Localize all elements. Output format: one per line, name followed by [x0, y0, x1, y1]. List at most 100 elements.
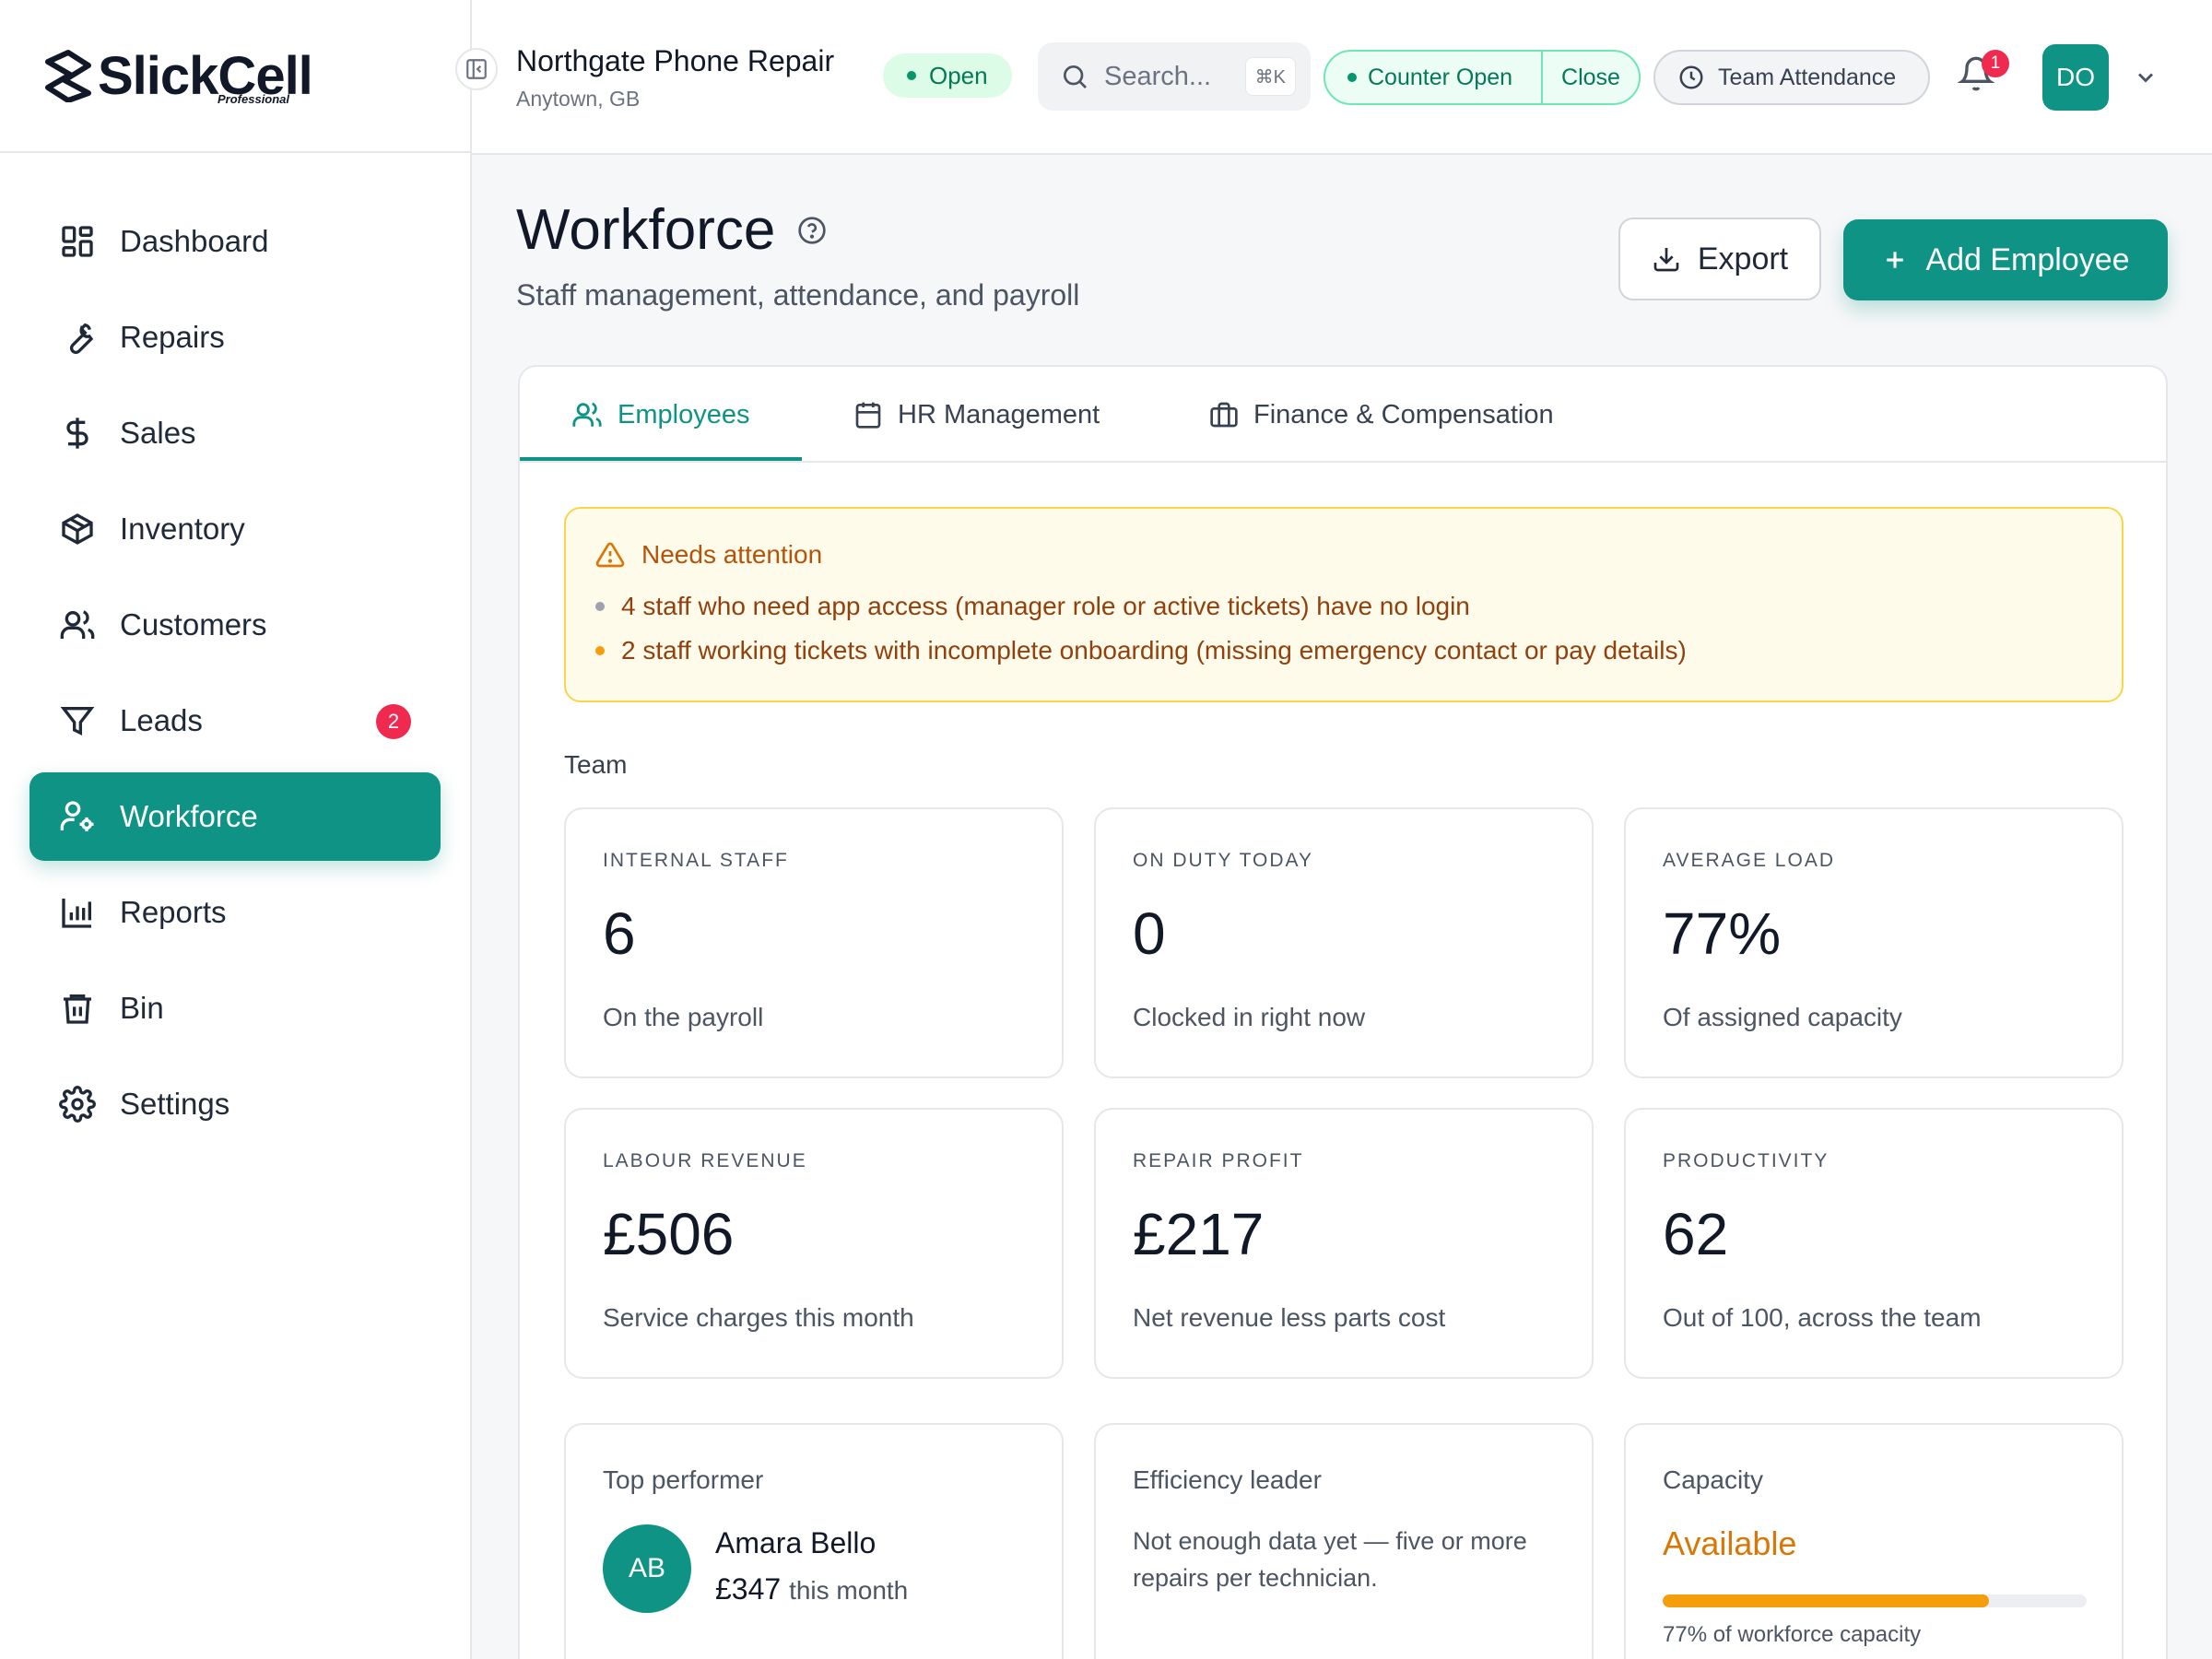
efficiency-leader-card[interactable]: Efficiency leader Not enough data yet — … [1094, 1423, 1594, 1659]
gear-icon [59, 1086, 96, 1123]
stat-card-repair-profit[interactable]: REPAIR PROFIT £217 Net revenue less part… [1094, 1108, 1594, 1379]
sidebar-item-dashboard[interactable]: Dashboard [29, 197, 441, 286]
alert-bullet [595, 646, 605, 655]
briefcase-icon [1210, 402, 1238, 428]
stat-label: LABOUR REVENUE [603, 1150, 807, 1171]
sidebar-item-inventory[interactable]: Inventory [29, 485, 441, 573]
capacity-note: 77% of workforce capacity [1663, 1622, 1922, 1647]
user-avatar[interactable]: DO [2042, 44, 2109, 111]
alert-item-text: 2 staff working tickets with incomplete … [621, 636, 1687, 665]
tab-label: Employees [618, 399, 750, 429]
sidebar-item-reports[interactable]: Reports [29, 868, 441, 957]
shop-location: Anytown, GB [516, 87, 641, 111]
plus-icon [1887, 252, 1904, 268]
users-icon [60, 610, 95, 639]
stat-card-labour-revenue[interactable]: LABOUR REVENUE £506 Service charges this… [564, 1108, 1064, 1379]
tab-label: Finance & Compensation [1253, 399, 1554, 429]
counter-status[interactable]: Counter Open [1325, 52, 1541, 103]
sidebar-item-settings[interactable]: Settings [29, 1060, 441, 1148]
sidebar-item-repairs[interactable]: Repairs [29, 293, 441, 382]
sidebar-item-workforce[interactable]: Workforce [29, 772, 441, 861]
sidebar-item-label: Bin [120, 991, 164, 1025]
chevron-down-icon[interactable] [2133, 65, 2159, 90]
stat-caption: Out of 100, across the team [1663, 1303, 1982, 1332]
stat-caption: On the payroll [603, 1003, 764, 1031]
sidebar-item-sales[interactable]: Sales [29, 389, 441, 477]
notifications-count-badge: 1 [1982, 50, 2009, 77]
stat-caption: Net revenue less parts cost [1133, 1303, 1446, 1332]
capacity-status: Available [1663, 1524, 1797, 1562]
tab-employees[interactable]: Employees [571, 367, 749, 463]
leads-count-badge: 2 [376, 704, 411, 739]
stat-label: AVERAGE LOAD [1663, 850, 1835, 871]
page-title: Workforce [516, 197, 827, 263]
stat-value: £217 [1133, 1201, 1265, 1267]
capacity-progress-fill [1663, 1594, 1990, 1607]
alert-bullet [595, 602, 605, 611]
add-employee-label: Add Employee [1925, 241, 2130, 277]
stat-card-average-load[interactable]: AVERAGE LOAD 77% Of assigned capacity [1624, 807, 2124, 1078]
package-icon [62, 513, 93, 545]
funnel-icon [60, 707, 95, 736]
stat-value: £506 [603, 1201, 735, 1267]
sidebar-item-customers[interactable]: Customers [29, 581, 441, 669]
stat-label: INTERNAL STAFF [603, 850, 789, 871]
counter-toggle: Counter Open Close [1324, 50, 1641, 105]
sidebar-item-label: Repairs [120, 320, 225, 354]
performer-amount-period: this month [789, 1576, 909, 1605]
alert-item[interactable]: 4 staff who need app access (manager rol… [595, 592, 1470, 621]
avatar: AB [603, 1524, 691, 1613]
alert-item[interactable]: 2 staff working tickets with incomplete … [595, 636, 1687, 665]
brand: SlickCell Professional [0, 0, 470, 153]
sidebar-nav: Dashboard Repairs Sales Inventory Custom… [0, 153, 470, 1148]
counter-close-button[interactable]: Close [1541, 52, 1639, 103]
slickcell-logo-icon [45, 50, 91, 102]
capacity-progress-bar [1663, 1594, 2087, 1607]
workforce-panel: Employees HR Management Finance & Compen… [518, 365, 2168, 1659]
stat-card-productivity[interactable]: PRODUCTIVITY 62 Out of 100, across the t… [1624, 1108, 2124, 1379]
performer-name: Amara Bello [715, 1526, 877, 1559]
sidebar-item-label: Dashboard [120, 224, 269, 258]
tab-hr-management[interactable]: HR Management [853, 367, 1100, 463]
users-icon [572, 402, 602, 427]
shop-status-label: Open [929, 61, 988, 89]
stat-value: 62 [1663, 1201, 1729, 1267]
counter-status-dot [1347, 73, 1357, 82]
sidebar-item-leads[interactable]: Leads 2 [29, 677, 441, 765]
topbar: Northgate Phone Repair Anytown, GB Open … [455, 0, 2212, 155]
search-shortcut: ⌘K [1244, 57, 1296, 96]
brand-tier: Professional [218, 92, 290, 106]
shop-name[interactable]: Northgate Phone Repair [516, 44, 834, 78]
collapse-sidebar-button[interactable] [455, 48, 498, 90]
sidebar-item-label: Leads [120, 703, 203, 737]
dollar-icon [66, 418, 88, 449]
stat-label: PRODUCTIVITY [1663, 1150, 1830, 1171]
clock-icon [1679, 65, 1703, 89]
shop-status-badge: Open [883, 53, 1012, 98]
notifications-button[interactable]: 1 [1957, 50, 2009, 97]
tab-label: HR Management [898, 399, 1100, 429]
stat-label: ON DUTY TODAY [1133, 850, 1313, 871]
sidebar-item-label: Workforce [120, 799, 258, 833]
top-performer-card[interactable]: Top performer AB Amara Bello £347 this m… [564, 1423, 1064, 1659]
alert-title: Needs attention [641, 540, 823, 569]
sidebar-item-label: Reports [120, 895, 227, 929]
team-attendance-button[interactable]: Team Attendance [1653, 50, 1930, 105]
page-title-text: Workforce [516, 198, 776, 262]
team-attendance-label: Team Attendance [1718, 64, 1897, 90]
search-placeholder: Search... [1104, 61, 1212, 91]
help-circle-icon[interactable] [797, 216, 827, 245]
capacity-card[interactable]: Capacity Available 77% of workforce capa… [1624, 1423, 2124, 1659]
stat-card-on-duty[interactable]: ON DUTY TODAY 0 Clocked in right now [1094, 807, 1594, 1078]
tab-finance-compensation[interactable]: Finance & Compensation [1209, 367, 1554, 463]
stat-caption: Clocked in right now [1133, 1003, 1366, 1031]
stat-value: 6 [603, 900, 636, 967]
stat-value: 77% [1663, 900, 1782, 967]
search-icon [1064, 65, 1087, 88]
stat-card-internal-staff[interactable]: INTERNAL STAFF 6 On the payroll [564, 807, 1064, 1078]
card-title: Top performer [603, 1465, 764, 1494]
add-employee-button[interactable]: Add Employee [1843, 219, 2168, 300]
export-button[interactable]: Export [1618, 218, 1821, 300]
sidebar-item-bin[interactable]: Bin [29, 964, 441, 1053]
search-input[interactable]: Search... ⌘K [1038, 42, 1311, 111]
